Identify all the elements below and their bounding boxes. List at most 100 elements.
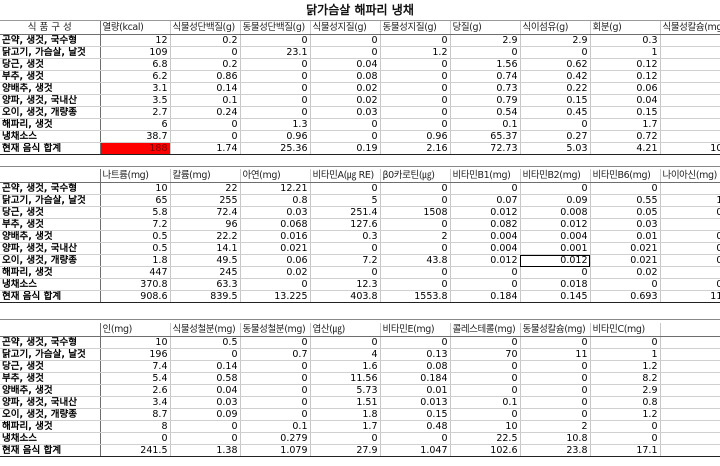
- value-cell[interactable]: 0.45: [520, 106, 591, 119]
- value-cell[interactable]: 8.7: [100, 408, 171, 421]
- value-cell[interactable]: 49.5: [170, 254, 241, 267]
- value-cell[interactable]: 0.021: [240, 242, 311, 255]
- value-cell[interactable]: [660, 336, 720, 349]
- food-name-cell[interactable]: 오이, 생것, 개량종: [0, 254, 101, 267]
- value-cell[interactable]: 1.8: [100, 254, 171, 267]
- value-cell[interactable]: 22.2: [170, 230, 241, 243]
- value-cell[interactable]: 7.2: [100, 218, 171, 231]
- value-cell[interactable]: 0.02: [310, 94, 381, 107]
- value-cell[interactable]: 0: [170, 348, 241, 361]
- value-cell[interactable]: 0: [660, 218, 720, 231]
- column-header-cell[interactable]: 인(mg): [100, 323, 171, 337]
- food-name-cell[interactable]: 닭고기, 가슴살, 날것: [0, 348, 101, 361]
- value-cell[interactable]: 3.1: [100, 82, 171, 95]
- value-cell[interactable]: 0.72: [590, 130, 661, 143]
- value-cell[interactable]: 0: [660, 118, 720, 131]
- value-cell[interactable]: 0.06: [590, 82, 661, 95]
- value-cell[interactable]: 0: [590, 432, 661, 445]
- value-cell[interactable]: 0.008: [520, 206, 591, 219]
- value-cell[interactable]: 7.4: [100, 360, 171, 373]
- value-cell[interactable]: 0: [240, 384, 311, 397]
- value-cell[interactable]: 0.1: [450, 118, 521, 131]
- value-cell[interactable]: 0: [240, 372, 311, 385]
- value-cell[interactable]: 0: [380, 94, 451, 107]
- value-cell[interactable]: 0: [660, 46, 720, 59]
- value-cell[interactable]: 2.9: [450, 34, 521, 47]
- value-cell[interactable]: 13.225: [240, 290, 311, 303]
- value-cell[interactable]: 0.7: [240, 348, 311, 361]
- value-cell[interactable]: 0: [170, 118, 241, 131]
- value-cell[interactable]: 0.22: [520, 82, 591, 95]
- value-cell[interactable]: 0.12: [590, 70, 661, 83]
- column-header-cell[interactable]: 식이섬유(g): [520, 21, 591, 35]
- value-cell[interactable]: 0.03: [240, 206, 311, 219]
- value-cell[interactable]: 0: [520, 118, 591, 131]
- value-cell[interactable]: 1.2: [590, 360, 661, 373]
- value-cell[interactable]: 255: [170, 194, 241, 207]
- value-cell[interactable]: 1.079: [240, 444, 311, 457]
- value-cell[interactable]: 0.001: [520, 242, 591, 255]
- value-cell[interactable]: 23.1: [240, 46, 311, 59]
- value-cell[interactable]: 4.21: [590, 142, 661, 155]
- value-cell[interactable]: [660, 396, 720, 409]
- value-cell[interactable]: 0.01: [590, 230, 661, 243]
- column-header-cell[interactable]: 동물성지질(g): [380, 21, 451, 35]
- column-header-cell[interactable]: 비타민E(mg): [380, 323, 451, 337]
- value-cell[interactable]: 7.2: [310, 254, 381, 267]
- food-name-cell[interactable]: 현재 음식 합계: [0, 290, 101, 303]
- value-cell[interactable]: 12.3: [310, 278, 381, 291]
- value-cell[interactable]: 5: [310, 194, 381, 207]
- value-cell[interactable]: 0: [590, 420, 661, 433]
- value-cell[interactable]: 0.145: [520, 290, 591, 303]
- value-cell[interactable]: 0.02: [660, 242, 720, 255]
- value-cell[interactable]: 10: [100, 182, 171, 195]
- food-name-cell[interactable]: 닭고기, 가슴살, 날것: [0, 46, 101, 59]
- value-cell[interactable]: 5.03: [520, 142, 591, 155]
- value-cell[interactable]: 3.8: [660, 82, 720, 95]
- value-cell[interactable]: 0: [380, 82, 451, 95]
- value-cell[interactable]: 0.02: [590, 266, 661, 279]
- value-cell[interactable]: 0: [240, 94, 311, 107]
- value-cell[interactable]: 0: [100, 432, 171, 445]
- value-cell[interactable]: 0: [660, 266, 720, 279]
- value-cell[interactable]: 0.02: [310, 82, 381, 95]
- value-cell[interactable]: 12: [100, 34, 171, 47]
- value-cell[interactable]: 0.018: [520, 278, 591, 291]
- value-cell[interactable]: 75: [660, 34, 720, 47]
- value-cell[interactable]: 0: [380, 242, 451, 255]
- value-cell[interactable]: 0: [310, 242, 381, 255]
- value-cell[interactable]: 1.2: [380, 46, 451, 59]
- column-header-cell[interactable]: 비타민A(㎍ RE): [310, 169, 381, 183]
- value-cell[interactable]: 6: [660, 106, 720, 119]
- value-cell[interactable]: 2.9: [590, 384, 661, 397]
- value-cell[interactable]: 6: [100, 118, 171, 131]
- food-name-cell[interactable]: 당근, 생것: [0, 58, 101, 71]
- value-cell[interactable]: 0: [450, 266, 521, 279]
- food-name-cell[interactable]: 냉채소스: [0, 278, 101, 291]
- value-cell[interactable]: 11: [520, 348, 591, 361]
- value-cell[interactable]: 0.19: [310, 142, 381, 155]
- value-cell[interactable]: 0.15: [520, 94, 591, 107]
- value-cell[interactable]: 0: [520, 266, 591, 279]
- value-cell[interactable]: 0: [660, 182, 720, 195]
- value-cell[interactable]: 0.14: [170, 82, 241, 95]
- column-header-cell[interactable]: β0카로틴(㎍): [380, 169, 451, 183]
- value-cell[interactable]: 127.6: [310, 218, 381, 231]
- value-cell[interactable]: 0: [380, 194, 451, 207]
- column-header-cell[interactable]: 칼륨(mg): [170, 169, 241, 183]
- value-cell[interactable]: 0.21: [660, 278, 720, 291]
- food-name-cell[interactable]: 오이, 생것, 개량종: [0, 408, 101, 421]
- value-cell[interactable]: 0: [450, 46, 521, 59]
- food-name-cell[interactable]: 부추, 생것: [0, 218, 101, 231]
- value-cell[interactable]: 0: [380, 106, 451, 119]
- value-cell[interactable]: 10: [100, 336, 171, 349]
- value-cell[interactable]: 908.6: [100, 290, 171, 303]
- value-cell[interactable]: 1.8: [310, 408, 381, 421]
- food-column-header[interactable]: 식 품 구 성: [0, 21, 101, 35]
- value-cell[interactable]: 0.15: [590, 106, 661, 119]
- value-cell[interactable]: 0: [380, 182, 451, 195]
- value-cell[interactable]: 12.21: [240, 182, 311, 195]
- value-cell[interactable]: 196: [100, 348, 171, 361]
- value-cell[interactable]: 1553.8: [380, 290, 451, 303]
- column-header-cell[interactable]: 식물성칼슘(mg): [660, 21, 720, 35]
